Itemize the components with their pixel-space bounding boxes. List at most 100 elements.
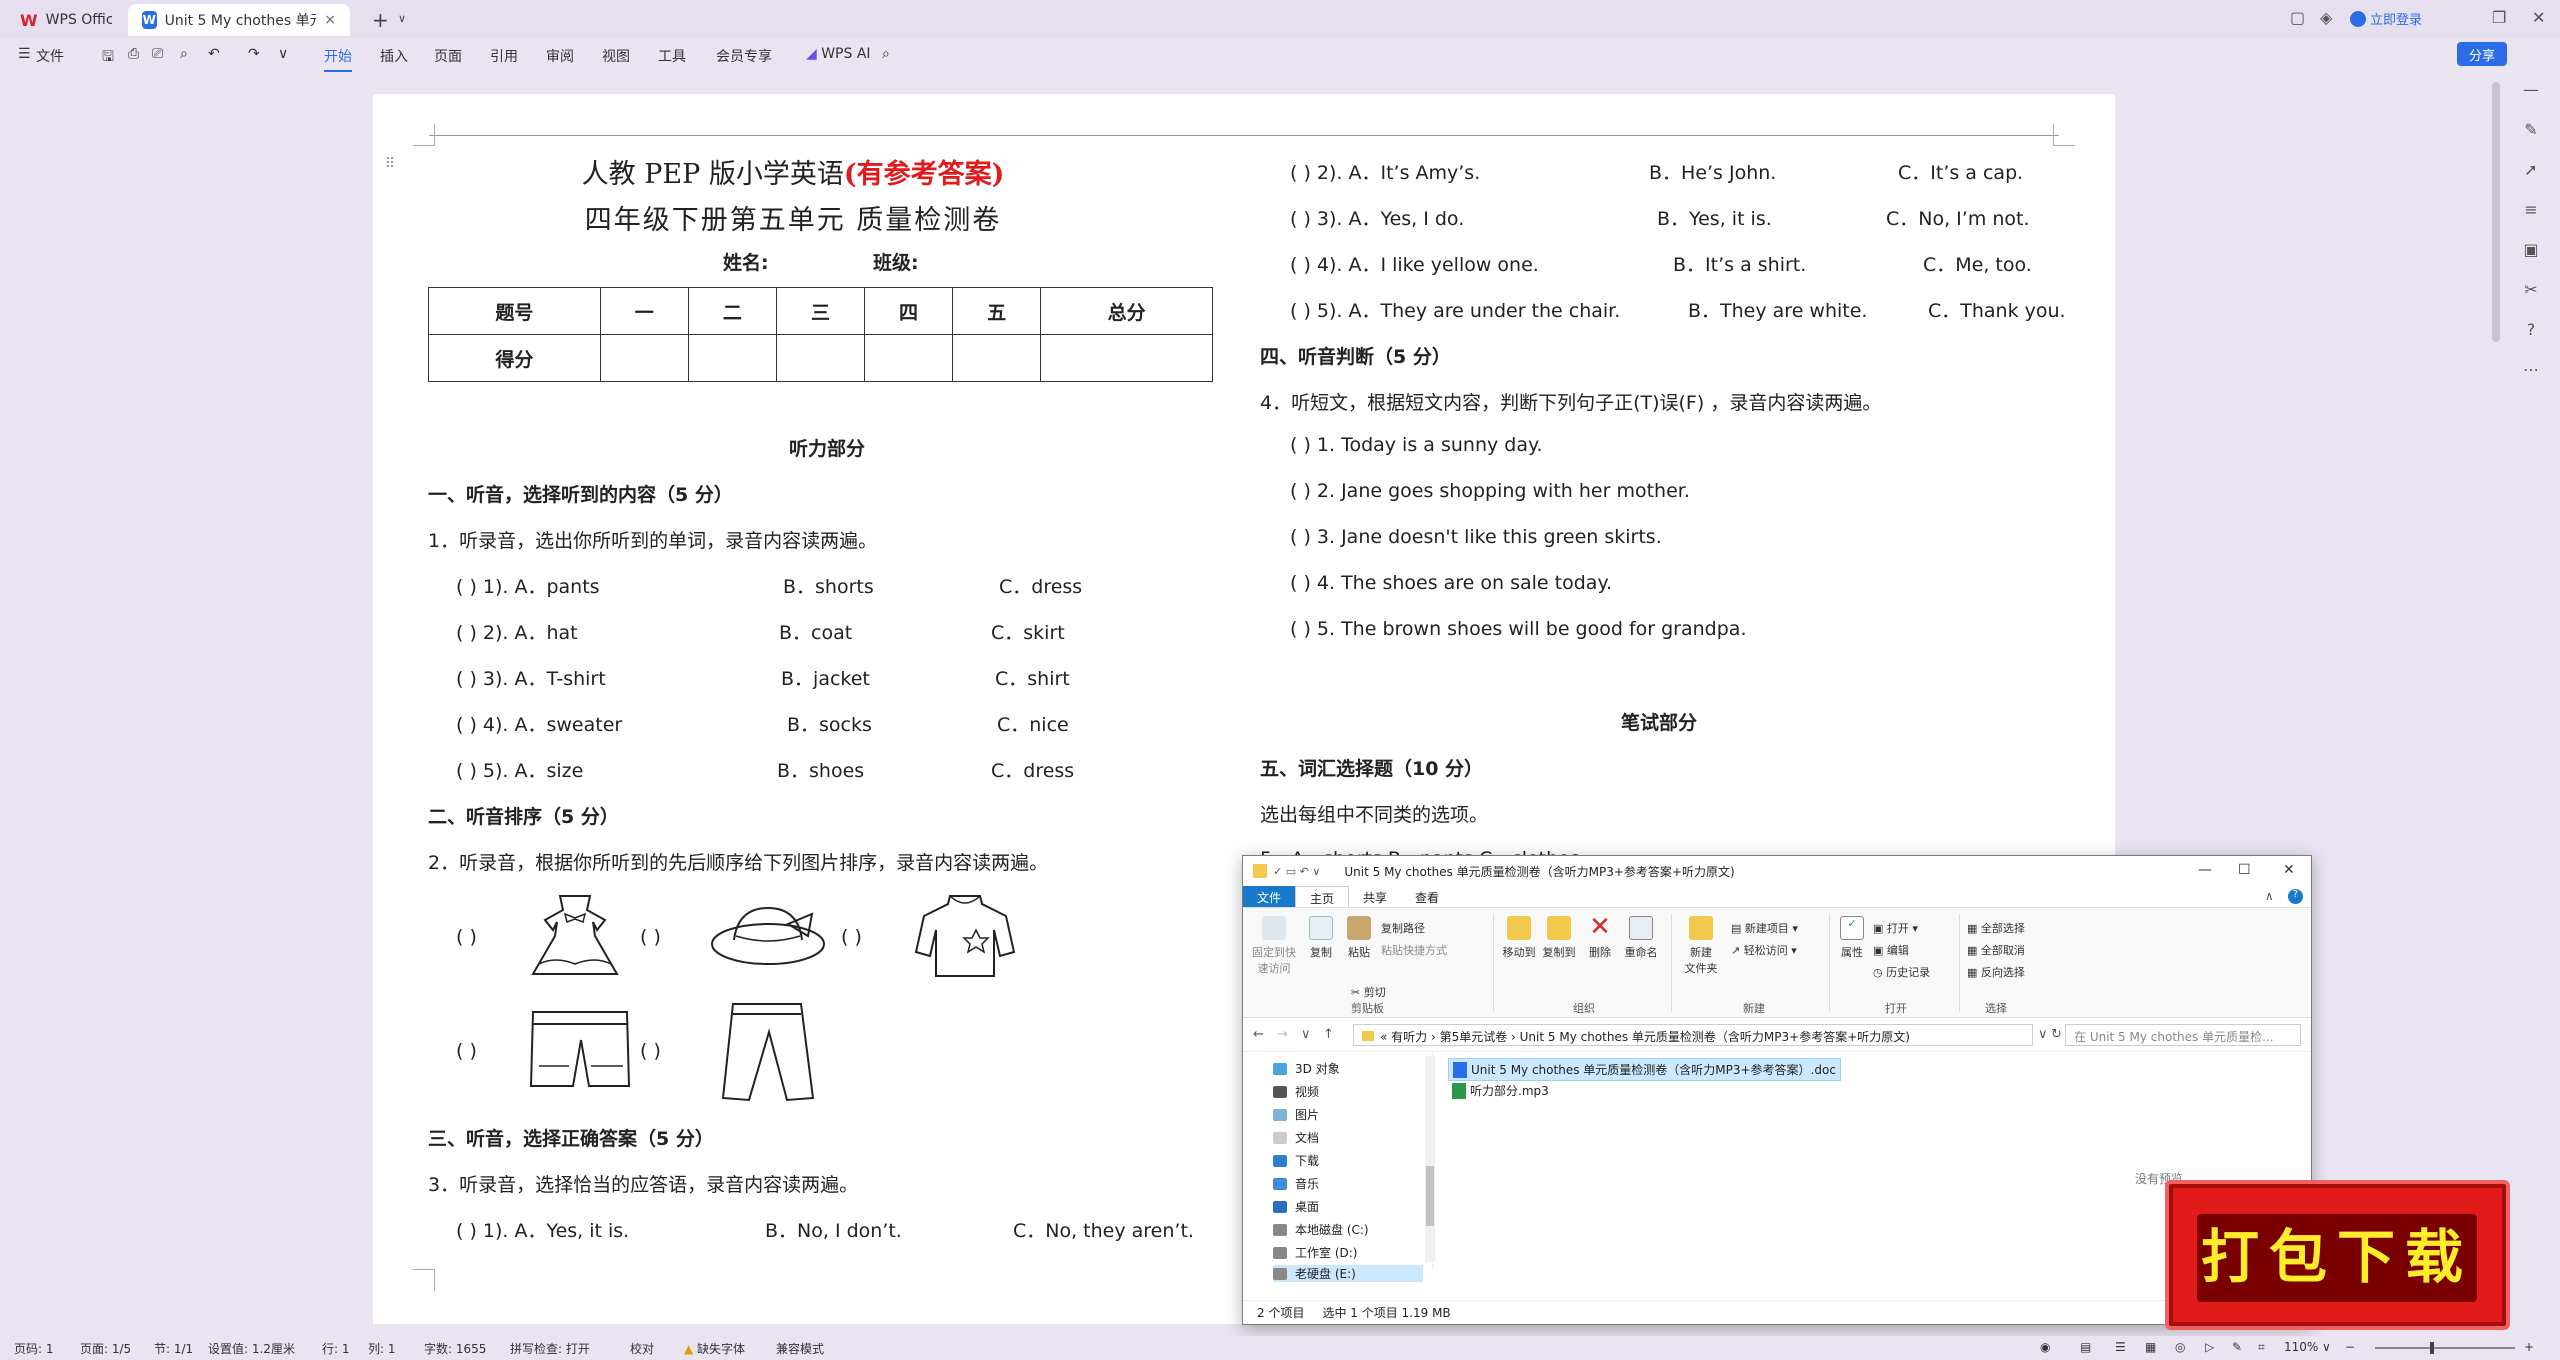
document-scrollbar[interactable] (2492, 82, 2500, 342)
fit-page-icon[interactable]: ⌗ (2258, 1340, 2265, 1355)
zoom-in-icon[interactable]: + (2524, 1340, 2534, 1354)
address-dropdown-icon[interactable]: ∨ (2038, 1027, 2048, 1042)
nav-item-videos[interactable]: 视频 (1273, 1083, 1319, 1100)
page-view-icon[interactable]: ▤ (2080, 1340, 2091, 1354)
status-spell-check[interactable]: 拼写检查: 打开 (510, 1340, 590, 1357)
copy-path-button[interactable]: 复制路径 (1381, 920, 1425, 936)
zoom-slider[interactable] (2375, 1347, 2515, 1349)
minimize-icon[interactable]: — (2198, 862, 2212, 878)
close-icon[interactable]: ✕ (2283, 862, 2295, 878)
up-arrow-icon[interactable]: ↑ (1323, 1027, 1334, 1042)
print-preview-icon[interactable]: ⌕ (180, 46, 188, 62)
nav-item-music[interactable]: 音乐 (1273, 1175, 1319, 1192)
help-icon[interactable]: ? (2516, 320, 2546, 360)
address-bar[interactable]: « 有听力 › 第5单元试卷 › Unit 5 My chothes 单元质量检… (1353, 1024, 2033, 1046)
cube-icon[interactable]: ◈ (2320, 8, 2332, 27)
export-pdf-icon[interactable]: ⎙ (128, 46, 139, 62)
recent-chevron-icon[interactable]: ∨ (1301, 1027, 1311, 1042)
history-button[interactable]: ◷ 历史记录 (1873, 964, 1930, 980)
nav-item-drive-d[interactable]: 工作室 (D:) (1273, 1244, 1357, 1261)
download-package-badge[interactable]: 打包下载 (2165, 1180, 2510, 1330)
quick-access-toolbar-icons[interactable]: ✓ ▭ ↶ ∨ (1273, 865, 1320, 878)
status-proofread[interactable]: 校对 (630, 1340, 654, 1357)
tab-view[interactable]: 查看 (1401, 886, 1453, 907)
play-icon[interactable]: ▷ (2205, 1340, 2214, 1354)
tab-view[interactable]: 视图 (602, 46, 630, 66)
menu-icon[interactable]: ☰ (18, 46, 31, 62)
zoom-dropdown-icon[interactable]: ∨ (2322, 1340, 2331, 1354)
select-all-button[interactable]: ▦ 全部选择 (1967, 920, 2025, 936)
new-tab-icon[interactable]: + (372, 8, 389, 32)
select-arrow-icon[interactable]: ➚ (2516, 160, 2546, 200)
print-icon[interactable]: ⎚ (152, 46, 163, 62)
easy-access-button[interactable]: ↗ 轻松访问 ▾ (1731, 942, 1797, 958)
window-layout-icon[interactable]: ▢ (2290, 8, 2305, 27)
minus-icon[interactable]: — (2516, 80, 2546, 120)
explorer-title-bar[interactable]: ✓ ▭ ↶ ∨ Unit 5 My chothes 单元质量检测卷（含听力MP3… (1243, 856, 2311, 886)
status-section[interactable]: 节: 1/1 (154, 1340, 193, 1357)
more-icon[interactable]: ⋯ (2516, 360, 2546, 400)
status-word-count[interactable]: 字数: 1655 (424, 1340, 486, 1357)
file-menu[interactable]: 文件 (36, 46, 64, 66)
copy-button[interactable]: 复制 (1305, 916, 1337, 960)
zoom-slider-handle[interactable] (2430, 1342, 2434, 1354)
maximize-icon[interactable]: ☐ (2238, 862, 2251, 878)
eye-icon[interactable]: ◉ (2040, 1340, 2050, 1354)
status-setting[interactable]: 设置值: 1.2厘米 (208, 1340, 295, 1357)
nav-item-drive-c[interactable]: 本地磁盘 (C:) (1273, 1221, 1369, 1238)
tab-insert[interactable]: 插入 (380, 46, 408, 66)
help-icon[interactable]: ? (2287, 889, 2303, 904)
tab-member[interactable]: 会员专享 (716, 46, 772, 66)
forward-arrow-icon[interactable]: → (1277, 1027, 1288, 1042)
restore-window-icon[interactable]: ❐ (2492, 8, 2506, 27)
nav-item-drive-e[interactable]: 老硬盘 (E:) (1273, 1265, 1423, 1282)
ribbon-collapse-icon[interactable]: ∧ (2251, 886, 2288, 907)
tools-icon[interactable]: ✂ (2516, 280, 2546, 320)
tab-wps-home[interactable]: W WPS Office (6, 4, 126, 36)
nav-item-pictures[interactable]: 图片 (1273, 1106, 1319, 1123)
tab-reference[interactable]: 引用 (490, 46, 518, 66)
file-explorer-window[interactable]: ✓ ▭ ↶ ∨ Unit 5 My chothes 单元质量检测卷（含听力MP3… (1242, 855, 2312, 1325)
properties-button[interactable]: ✓ 属性 (1837, 916, 1867, 960)
rename-button[interactable]: 重命名 (1621, 916, 1661, 960)
invert-selection-button[interactable]: ▦ 反向选择 (1967, 964, 2025, 980)
redo-icon[interactable]: ↷ (248, 46, 260, 62)
tab-home[interactable]: 主页 (1295, 886, 1350, 907)
tab-page[interactable]: 页面 (434, 46, 462, 66)
file-item-mp3[interactable]: 听力部分.mp3 (1448, 1080, 1553, 1101)
zoom-level[interactable]: 110% (2284, 1340, 2318, 1354)
select-none-button[interactable]: ▦ 全部取消 (1967, 942, 2025, 958)
tab-share[interactable]: 共享 (1349, 886, 1401, 907)
nav-item-3d-objects[interactable]: 3D 对象 (1273, 1060, 1340, 1077)
tab-file[interactable]: 文件 (1243, 886, 1296, 907)
undo-icon[interactable]: ↶ (208, 46, 220, 62)
nav-scrollbar[interactable] (1425, 1056, 1435, 1262)
share-button[interactable]: 分享 (2457, 42, 2507, 66)
web-view-icon[interactable]: ☰ (2115, 1340, 2126, 1354)
paste-button[interactable]: 粘贴 (1343, 916, 1375, 960)
status-page-number[interactable]: 页码: 1 (14, 1340, 54, 1357)
search-input[interactable]: 在 Unit 5 My chothes 单元质量检... (2065, 1024, 2301, 1046)
tab-start[interactable]: 开始 (324, 46, 352, 72)
zoom-out-icon[interactable]: − (2345, 1340, 2355, 1354)
file-item-doc[interactable]: Unit 5 My chothes 单元质量检测卷（含听力MP3+参考答案）.d… (1448, 1058, 1841, 1081)
close-tab-icon[interactable]: × (324, 12, 336, 28)
status-missing-font[interactable]: ▲ 缺失字体 (684, 1340, 745, 1357)
refresh-icon[interactable]: ↻ (2051, 1027, 2062, 1042)
image-icon[interactable]: ▣ (2516, 240, 2546, 280)
login-button[interactable]: 立即登录 (2350, 9, 2422, 28)
scroll-thumb[interactable] (1426, 1166, 1434, 1226)
delete-button[interactable]: ✕ 删除 (1585, 914, 1615, 960)
status-pages[interactable]: 页面: 1/5 (80, 1340, 131, 1357)
search-icon[interactable]: ⌕ (882, 46, 890, 62)
wps-ai-button[interactable]: ◢ WPS AI (806, 46, 871, 62)
cut-button[interactable]: ✂ 剪切 (1351, 984, 1386, 1000)
pen-icon[interactable]: ✎ (2232, 1340, 2242, 1354)
back-arrow-icon[interactable]: ← (1253, 1027, 1264, 1042)
close-window-icon[interactable]: ✕ (2532, 8, 2545, 27)
open-button[interactable]: ▣ 打开 ▾ (1873, 920, 1918, 936)
edit-button[interactable]: ▣ 编辑 (1873, 942, 1909, 958)
new-folder-button[interactable]: 新建 文件夹 (1679, 916, 1723, 976)
pin-quick-access-button[interactable]: 固定到快 速访问 (1249, 916, 1299, 976)
more-chevron-icon[interactable]: ∨ (278, 46, 288, 62)
